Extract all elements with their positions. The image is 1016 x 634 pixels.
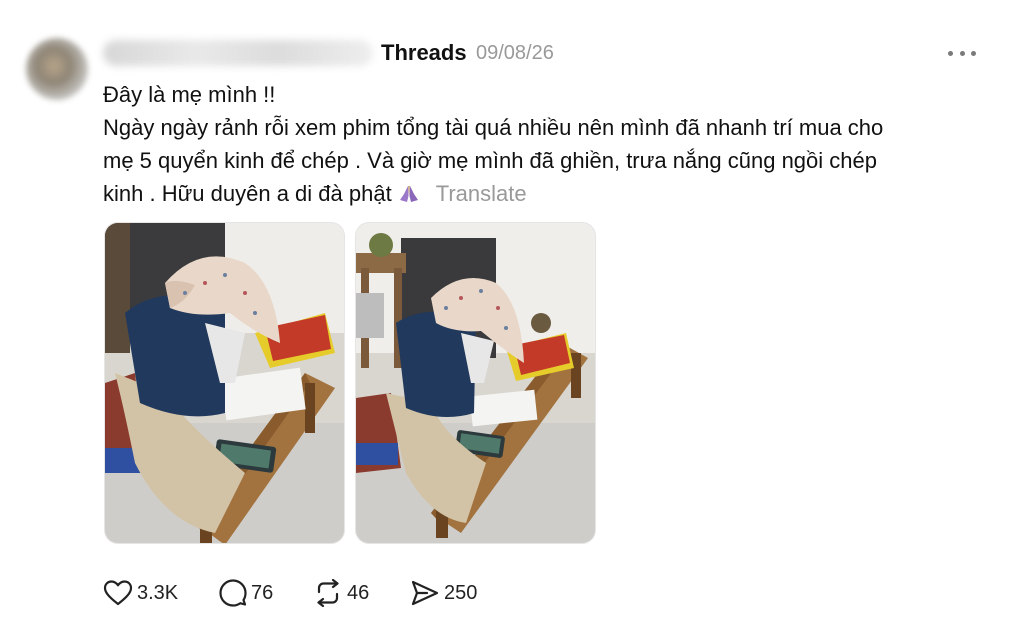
- post-date[interactable]: 09/08/26: [476, 42, 554, 65]
- repost-button[interactable]: 46: [313, 578, 369, 608]
- post-text-line-last: kinh . Hữu duyên a di đà phật: [103, 181, 392, 206]
- author-username-redacted[interactable]: [103, 40, 373, 66]
- heart-icon: [103, 580, 133, 606]
- more-options-icon[interactable]: [944, 38, 980, 68]
- author-avatar[interactable]: [26, 38, 88, 100]
- comment-count: 76: [251, 581, 274, 604]
- share-count: 250: [444, 581, 478, 604]
- post-text-line: kinh . Hữu duyên a di đà phật Translate: [103, 177, 993, 210]
- like-button[interactable]: 3.3K: [103, 578, 178, 608]
- repost-icon: [317, 579, 339, 607]
- send-icon: [411, 580, 439, 606]
- comment-bubble-icon: [219, 579, 247, 607]
- translate-link[interactable]: Translate: [436, 181, 527, 206]
- post-text-line: mẹ 5 quyển kinh để chép . Và giờ mẹ mình…: [103, 148, 877, 173]
- post-image-2[interactable]: [355, 222, 596, 544]
- post-text-line: Ngày ngày rảnh rỗi xem phim tổng tài quá…: [103, 115, 884, 140]
- post-text-line: Đây là mẹ mình !!: [103, 82, 276, 107]
- repost-count: 46: [347, 581, 370, 604]
- like-count: 3.3K: [137, 581, 179, 604]
- post-text: Đây là mẹ mình !! Ngày ngày rảnh rỗi xem…: [103, 78, 993, 210]
- share-button[interactable]: 250: [410, 578, 477, 608]
- praying-hands-emoji: [399, 186, 418, 202]
- comment-button[interactable]: 76: [219, 578, 273, 608]
- app-name: Threads: [381, 40, 467, 65]
- post-image-1[interactable]: [104, 222, 345, 544]
